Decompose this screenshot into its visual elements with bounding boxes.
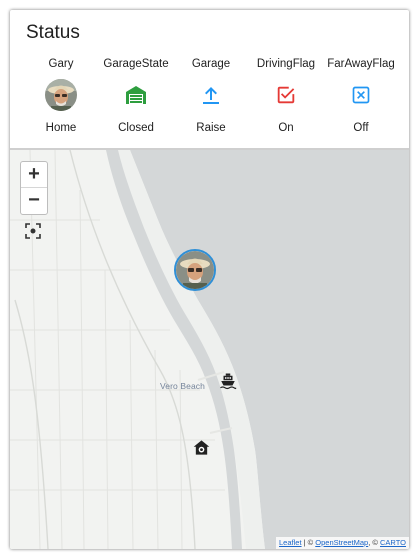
entity-name: Garage	[191, 58, 231, 70]
home-zone-icon[interactable]	[193, 439, 210, 456]
person-avatar	[45, 79, 77, 111]
entity-name: GarageState	[103, 58, 169, 70]
focus-icon	[25, 223, 41, 239]
attribution-separator: , ©	[368, 538, 381, 547]
zoom-out-button[interactable]: −	[21, 188, 47, 214]
entity-gary[interactable]: Gary Home	[21, 56, 101, 136]
garage-closed-icon	[119, 78, 153, 112]
status-card: Status Gary Home GarageState Closed Gara…	[10, 10, 409, 549]
entity-garage[interactable]: Garage Raise	[171, 56, 251, 136]
map-tiles	[10, 150, 409, 549]
arrow-up-icon[interactable]	[194, 78, 228, 112]
zoom-in-button[interactable]: +	[21, 162, 47, 188]
entity-drivingflag[interactable]: DrivingFlag On	[246, 56, 326, 136]
entity-state: Raise	[196, 122, 226, 134]
leaflet-link[interactable]: Leaflet	[279, 538, 302, 547]
person-marker[interactable]	[174, 249, 216, 291]
checkbox-checked-icon[interactable]	[269, 78, 303, 112]
entity-farawayflag[interactable]: FarAwayFlag Off	[321, 56, 401, 136]
entity-name: FarAwayFlag	[327, 58, 395, 70]
ferry-icon[interactable]	[219, 372, 237, 390]
entity-state: Off	[353, 122, 369, 134]
checkbox-x-icon[interactable]	[344, 78, 378, 112]
fit-bounds-button[interactable]	[24, 222, 42, 240]
entity-garagestate[interactable]: GarageState Closed	[96, 56, 176, 136]
entity-name: DrivingFlag	[256, 58, 316, 70]
map-place-label: Vero Beach	[160, 381, 205, 391]
avatar[interactable]	[44, 78, 78, 112]
carto-link[interactable]: CARTO	[380, 538, 406, 547]
entity-state: Home	[45, 122, 77, 134]
openstreetmap-link[interactable]: OpenStreetMap	[315, 538, 368, 547]
entity-name: Gary	[48, 58, 74, 70]
entity-row: Gary Home GarageState Closed Garage Rais…	[10, 56, 409, 146]
person-avatar	[176, 251, 214, 289]
entity-state: Closed	[118, 122, 154, 134]
card-title: Status	[26, 22, 80, 43]
zoom-control: + −	[20, 161, 48, 215]
entity-state: On	[278, 122, 294, 134]
map[interactable]: + − Vero Beach Leaflet | © OpenStreetMap…	[10, 150, 409, 549]
attribution-separator: | ©	[301, 538, 316, 547]
map-attribution: Leaflet | © OpenStreetMap, © CARTO	[276, 537, 409, 549]
